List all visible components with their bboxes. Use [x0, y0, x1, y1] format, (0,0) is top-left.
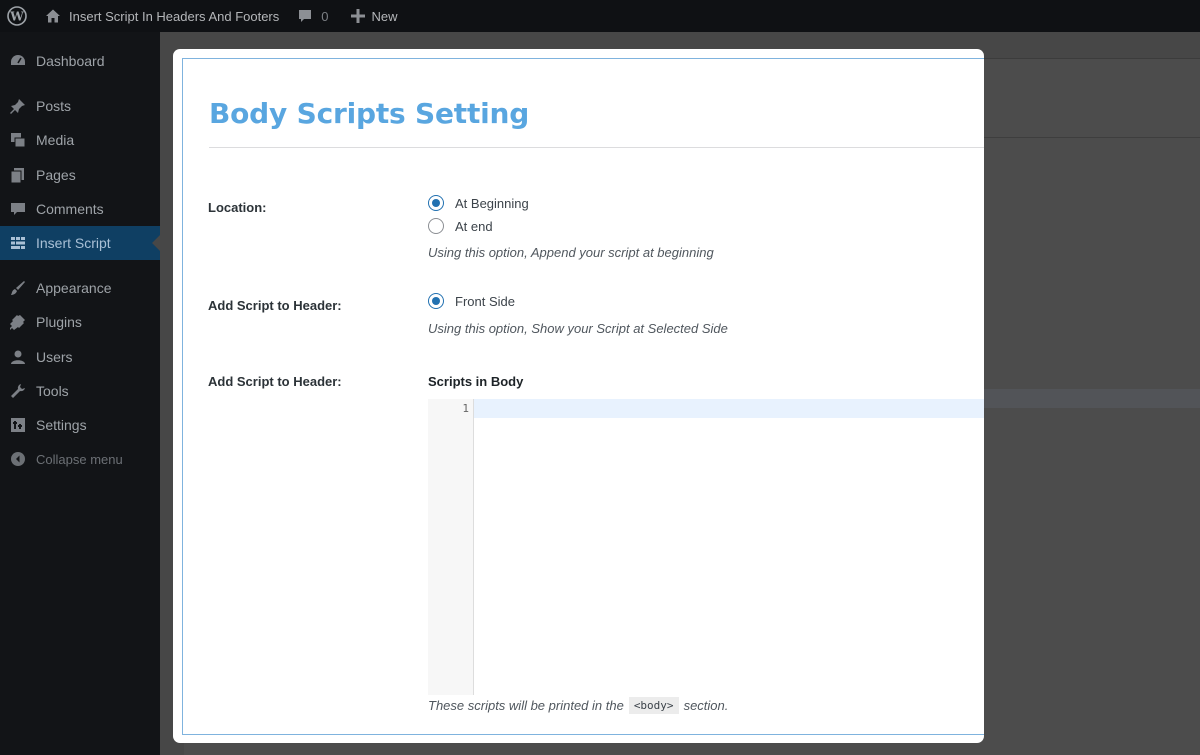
comments-count: 0: [321, 8, 329, 24]
media-icon: [8, 130, 28, 150]
radio-checked-icon[interactable]: [428, 293, 444, 309]
line-number: 1: [462, 402, 469, 415]
sidebar-item-users[interactable]: Users: [0, 340, 160, 374]
editor-active-line-overflow: [984, 389, 1200, 408]
editor-gutter: 1: [428, 399, 474, 695]
side-help-text: Using this option, Show your Script at S…: [428, 321, 728, 336]
collapse-menu-button[interactable]: Collapse menu: [0, 442, 160, 476]
home-icon: [46, 9, 60, 23]
radio-at-beginning[interactable]: At Beginning: [428, 195, 529, 211]
site-name-link[interactable]: Insert Script In Headers And Footers: [37, 0, 287, 32]
sidebar-item-insert-script[interactable]: Insert Script: [0, 226, 160, 260]
new-label: New: [371, 8, 398, 24]
sidebar-item-media[interactable]: Media: [0, 123, 160, 157]
pages-icon: [8, 165, 28, 185]
body-tag-code: <body>: [628, 697, 679, 714]
sidebar-item-plugins[interactable]: Plugins: [0, 305, 160, 339]
pin-icon: [8, 96, 28, 116]
sidebar-item-settings[interactable]: Settings: [0, 408, 160, 442]
sidebar-item-comments[interactable]: Comments: [0, 192, 160, 226]
wordpress-logo-button[interactable]: W: [0, 0, 37, 32]
right-overlay: [984, 32, 1200, 755]
collapse-icon: [8, 449, 28, 469]
user-icon: [8, 347, 28, 367]
radio-checked-icon[interactable]: [428, 195, 444, 211]
sidebar-item-appearance[interactable]: Appearance: [0, 271, 160, 305]
brush-icon: [8, 278, 28, 298]
script-code-editor[interactable]: 1: [428, 399, 984, 695]
plus-icon: [350, 9, 365, 23]
wrench-icon: [8, 381, 28, 401]
body-scripts-modal: Body Scripts Setting Location: At Beginn…: [173, 49, 984, 743]
admin-bar: W Insert Script In Headers And Footers 0…: [0, 0, 1200, 32]
wordpress-icon: W: [7, 6, 27, 26]
comment-icon: [8, 199, 28, 219]
dashboard-icon: [8, 51, 28, 71]
radio-unchecked-icon[interactable]: [428, 218, 444, 234]
location-help-text: Using this option, Append your script at…: [428, 245, 714, 260]
sidebar-item-dashboard[interactable]: Dashboard: [0, 44, 160, 78]
table-icon: [8, 233, 28, 253]
new-content-button[interactable]: New: [337, 0, 406, 32]
svg-text:W: W: [9, 10, 24, 24]
radio-at-end[interactable]: At end: [428, 218, 493, 234]
sidebar-item-posts[interactable]: Posts: [0, 89, 160, 123]
site-name: Insert Script In Headers And Footers: [69, 8, 280, 24]
admin-sidebar: Dashboard Posts Media Pages Comments Ins…: [0, 32, 160, 755]
plugin-icon: [8, 312, 28, 332]
sidebar-item-pages[interactable]: Pages: [0, 158, 160, 192]
scripts-label: Add Script to Header:: [208, 374, 342, 389]
radio-front-side[interactable]: Front Side: [428, 293, 515, 309]
comment-bubble-icon: [299, 10, 312, 22]
editor-label: Scripts in Body: [428, 374, 524, 389]
editor-help-text: These scripts will be printed in the <bo…: [428, 697, 729, 714]
settings-icon: [8, 415, 28, 435]
modal-content: Body Scripts Setting Location: At Beginn…: [182, 58, 984, 735]
editor-active-line[interactable]: [474, 399, 984, 418]
location-label: Location:: [208, 200, 267, 215]
modal-title: Body Scripts Setting: [209, 97, 530, 130]
title-divider: [209, 147, 984, 148]
comments-link[interactable]: 0: [287, 0, 336, 32]
sidebar-item-tools[interactable]: Tools: [0, 374, 160, 408]
side-label: Add Script to Header:: [208, 298, 342, 313]
